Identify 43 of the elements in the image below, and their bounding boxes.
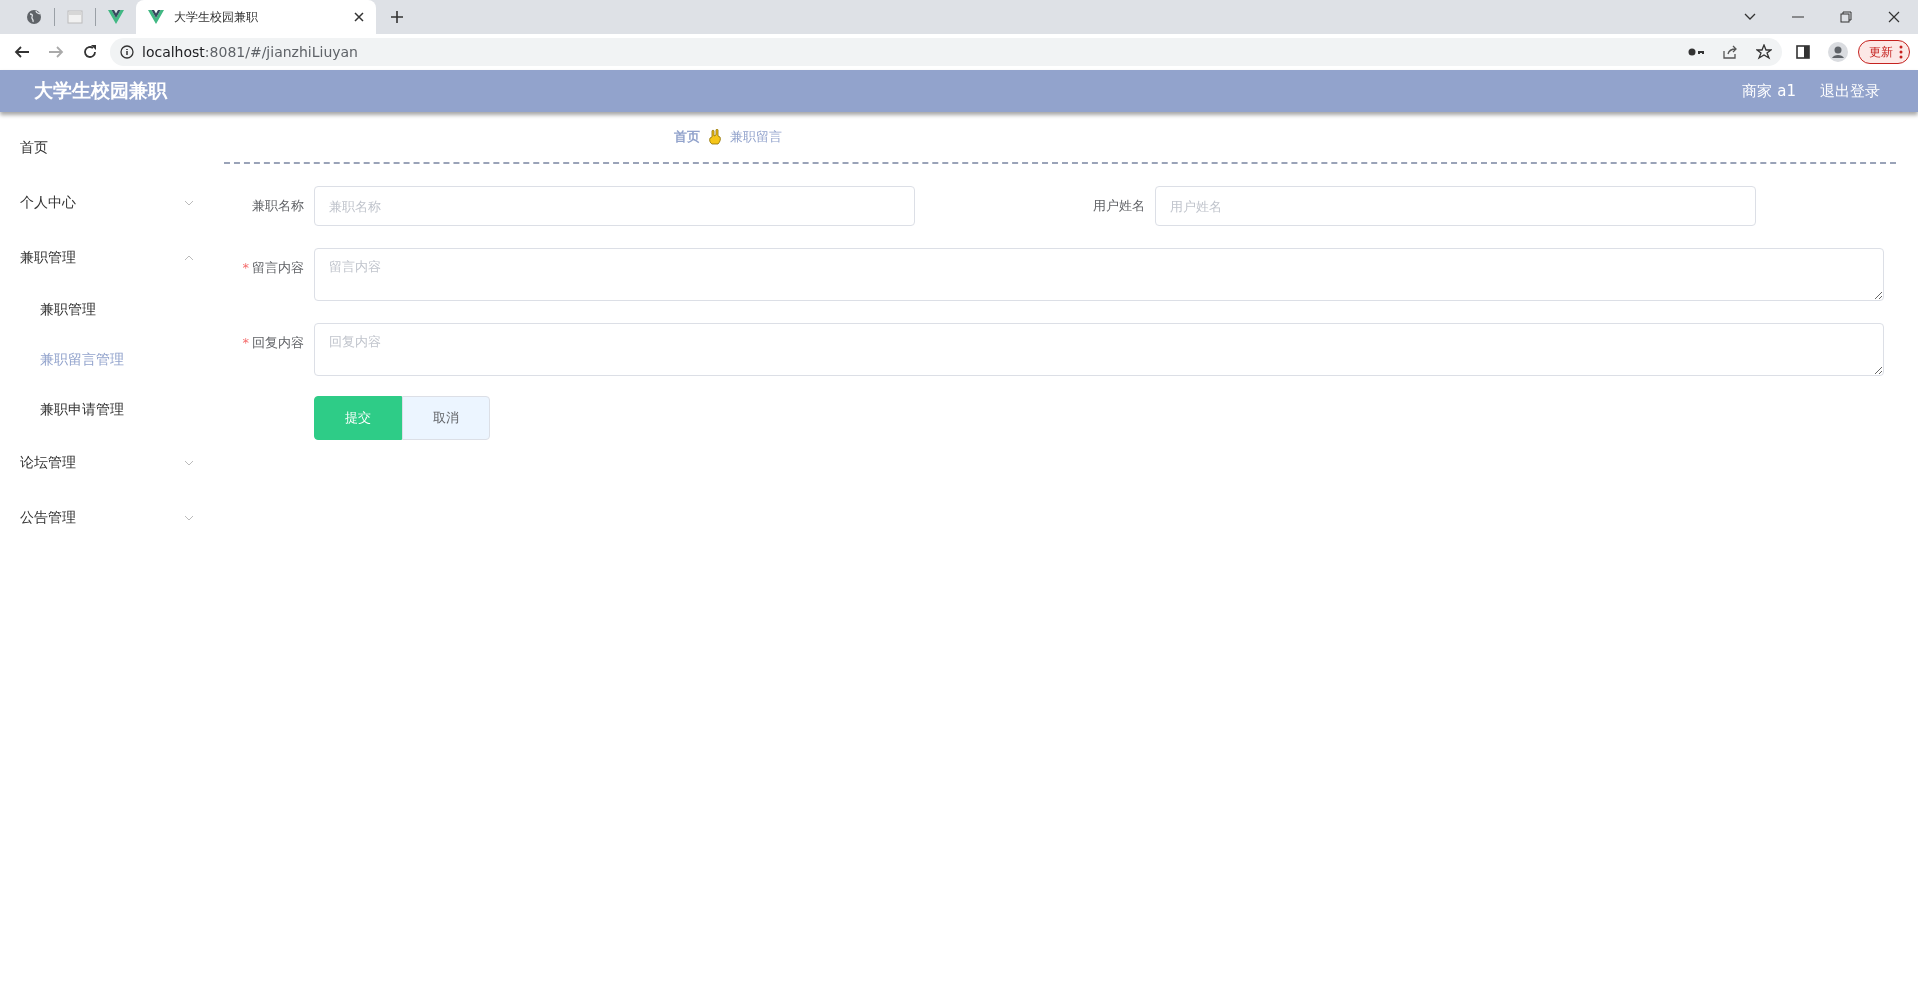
sidebar-subitem[interactable]: 兼职申请管理 (0, 385, 224, 435)
v-logo-icon (148, 9, 164, 25)
forward-arrow-icon (48, 44, 64, 60)
more-vertical-icon (1899, 45, 1903, 59)
sidebar-subitem[interactable]: 兼职管理 (0, 285, 224, 335)
key-icon[interactable] (1688, 47, 1704, 57)
cancel-button[interactable]: 取消 (402, 396, 490, 440)
sidebar-item[interactable]: 个人中心 (0, 175, 224, 230)
reload-icon[interactable] (82, 44, 98, 60)
field-label: 兼职名称 (251, 197, 305, 215)
text-input[interactable]: 用户姓名 (1155, 186, 1756, 226)
globe-icon (26, 9, 42, 25)
sidebar-item[interactable]: 兼职管理 (0, 230, 224, 285)
field-label: * 回复内容 (241, 334, 305, 352)
side-panel-icon[interactable] (1796, 45, 1810, 59)
close-icon[interactable] (1888, 11, 1900, 23)
field-label: * 留言内容 (241, 259, 305, 277)
update-button[interactable]: 更新 (1858, 40, 1910, 64)
profile-icon[interactable] (1828, 42, 1848, 62)
back-arrow-icon[interactable] (14, 44, 30, 60)
restore-icon[interactable] (1840, 11, 1852, 23)
address-bar[interactable]: localhost:8081/#/jianzhiLiuyan (110, 38, 1782, 66)
sidebar-item[interactable]: 首页 (0, 120, 224, 175)
field-label: 用户姓名 (1092, 197, 1146, 215)
page-icon (67, 9, 83, 25)
sidebar-item[interactable]: 论坛管理 (0, 435, 224, 490)
v-logo-icon (108, 9, 124, 25)
browser-tab[interactable]: 大学生校园兼职 (136, 0, 376, 34)
chevron-down-icon[interactable] (1744, 13, 1756, 21)
share-icon[interactable] (1722, 44, 1738, 60)
user-name: 商家 a1 (1742, 81, 1796, 101)
sidebar-item[interactable]: 公告管理 (0, 490, 224, 545)
url-text: localhost:8081/#/jianzhiLiuyan (142, 44, 358, 60)
new-tab-icon[interactable] (390, 10, 404, 24)
hand-icon (708, 129, 722, 145)
text-area[interactable]: 留言内容 (314, 248, 1884, 301)
tab-title: 大学生校园兼职 (174, 8, 259, 26)
text-input[interactable]: 兼职名称 (314, 186, 915, 226)
app-title: 大学生校园兼职 (34, 78, 169, 103)
close-icon[interactable] (354, 12, 364, 22)
info-icon[interactable] (120, 45, 134, 59)
star-icon[interactable] (1756, 44, 1772, 60)
text-area[interactable]: 回复内容 (314, 323, 1884, 376)
